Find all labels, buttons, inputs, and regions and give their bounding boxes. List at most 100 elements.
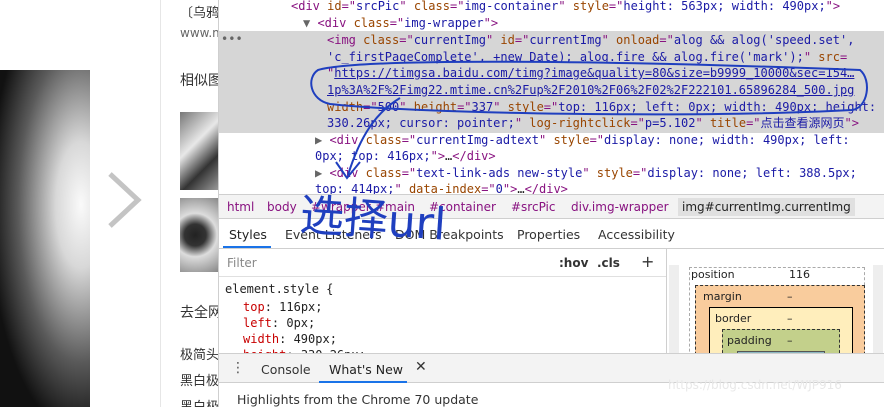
dom-token: <div xyxy=(329,133,366,147)
dom-token: <div xyxy=(329,166,366,180)
breadcrumb-item[interactable]: #srcPic xyxy=(511,200,555,214)
dom-node-line[interactable]: top: 414px;" data-index="0">…</div> xyxy=(219,180,884,194)
box-model-margin-label: margin xyxy=(703,290,742,303)
style-property-name[interactable]: top xyxy=(243,300,265,314)
class-toggle[interactable]: .cls xyxy=(597,256,620,270)
style-property-value[interactable]: 116px; xyxy=(279,300,322,314)
style-property[interactable]: width: 490px; xyxy=(225,332,337,346)
styles-filter-input[interactable]: Filter xyxy=(227,256,257,270)
tab-dom-breakpoints[interactable]: DOM Breakpoints xyxy=(395,227,504,242)
dom-token: srcPic xyxy=(356,0,400,13)
style-property[interactable]: left: 0px; xyxy=(225,316,315,330)
box-model-padding-label: padding xyxy=(727,334,772,347)
dom-token: " xyxy=(399,100,414,114)
scrollbar[interactable] xyxy=(669,265,679,353)
dom-token: " xyxy=(695,116,710,130)
hover-state-toggle[interactable]: :hov xyxy=(559,256,588,270)
box-model-border-label: border xyxy=(715,312,752,325)
style-property-value[interactable]: 0px; xyxy=(286,316,315,330)
box-model-position-value[interactable]: 116 xyxy=(789,268,810,281)
dom-token: " xyxy=(558,0,573,13)
breadcrumb-item[interactable]: #wrapper xyxy=(311,200,371,214)
breadcrumb-item[interactable]: html xyxy=(227,200,254,214)
dom-token: =" xyxy=(401,166,417,180)
dom-token: height xyxy=(413,100,458,114)
dom-token: =" xyxy=(399,33,414,47)
dom-token: top: 116px; left: 0px; width: 490px; hei… xyxy=(558,100,877,114)
box-model-margin-value[interactable]: – xyxy=(787,290,793,303)
dom-token: title xyxy=(709,116,747,130)
dom-token: data-index xyxy=(408,182,482,194)
result-list-item[interactable]: 极简头 xyxy=(180,344,218,363)
chevron-right-icon[interactable] xyxy=(100,170,150,230)
style-property-name[interactable]: width xyxy=(243,332,279,346)
active-tab-indicator xyxy=(223,246,271,248)
similar-image-thumb-2[interactable] xyxy=(180,198,218,272)
dom-token: … xyxy=(517,182,525,194)
tab-event-listeners[interactable]: Event Listeners xyxy=(285,227,382,242)
dom-token: 'c_firstPageComplete', +new Date); alog.… xyxy=(327,50,804,64)
dom-token: id xyxy=(500,33,515,47)
dom-token: =" xyxy=(401,133,417,147)
whats-new-heading: Highlights from the Chrome 70 update xyxy=(237,392,479,407)
add-rule-icon[interactable]: + xyxy=(641,252,654,271)
result-list-item[interactable]: 黑白极 xyxy=(180,370,218,389)
page-top-text: 〔乌鸦 xyxy=(180,6,218,21)
result-list-item[interactable]: 黑白极 xyxy=(180,396,218,407)
box-model-position-label: position xyxy=(691,268,735,281)
more-options-icon[interactable]: ••• xyxy=(221,32,243,46)
box-model-border-value[interactable]: – xyxy=(787,312,793,325)
breadcrumb: html body #wrapper #main #container #src… xyxy=(219,194,884,219)
style-property-name[interactable]: left xyxy=(243,316,272,330)
dom-token: </div> xyxy=(524,182,568,194)
dom-token: "> xyxy=(844,116,859,130)
dom-token: =" xyxy=(389,16,405,30)
elements-tree[interactable]: <div id="srcPic" class="img-container" s… xyxy=(219,0,884,194)
main-image[interactable] xyxy=(0,70,90,407)
dom-token: class xyxy=(413,0,450,13)
dom-token: src xyxy=(818,50,840,64)
tab-accessibility[interactable]: Accessibility xyxy=(598,227,675,242)
dom-token: currentImg-adtext xyxy=(416,133,539,147)
dom-token: height: 563px; width: 490px; xyxy=(623,0,826,13)
dom-token: display: none; width: 490px; left: xyxy=(604,133,850,147)
similar-image-thumb-1[interactable] xyxy=(180,112,218,190)
drawer-menu-icon[interactable]: ⋮ xyxy=(231,360,245,376)
similar-images-heading: 相似图 xyxy=(180,73,218,89)
breadcrumb-item[interactable]: div.img-wrapper xyxy=(571,200,669,214)
page-url-text[interactable]: www.m xyxy=(180,26,218,40)
tab-styles[interactable]: Styles xyxy=(229,227,267,242)
dom-token: style xyxy=(596,166,633,180)
dom-token: 330.26px; cursor: pointer; xyxy=(327,116,515,130)
box-model-pane: position 116 margin – border – padding – xyxy=(667,249,884,353)
dom-token: " xyxy=(601,33,617,47)
style-property[interactable]: top: 116px; xyxy=(225,300,323,314)
breadcrumb-item[interactable]: body xyxy=(267,200,297,214)
breadcrumb-item[interactable]: #container xyxy=(429,200,496,214)
breadcrumb-item-selected[interactable]: img#currentImg.currentImg xyxy=(678,198,855,216)
scrollbar[interactable] xyxy=(873,265,883,353)
watermark-text: https://blog.csdn.net/WJP916 xyxy=(668,378,842,392)
dom-token: =" xyxy=(341,0,357,13)
dom-token: top: 414px; xyxy=(315,182,395,194)
close-icon[interactable]: ✕ xyxy=(415,359,427,375)
dom-token[interactable]: https://timgsa.baidu.com/timg?image&qual… xyxy=(334,66,854,80)
dom-token: text-link-ads new-style xyxy=(416,166,583,180)
breadcrumb-item[interactable]: #main xyxy=(375,200,415,214)
dom-token: p=5.102 xyxy=(644,116,696,130)
dom-token[interactable]: 1p%3A%2F%2Fimg22.mtime.cn%2Fup%2F2010%2F… xyxy=(327,83,854,97)
dom-token: currentImg xyxy=(413,33,486,47)
style-property-value[interactable]: 490px; xyxy=(294,332,337,346)
dom-token: =" xyxy=(514,33,530,47)
tab-whats-new[interactable]: What's New xyxy=(329,362,403,377)
dom-token: <div xyxy=(317,16,354,30)
tab-console[interactable]: Console xyxy=(261,362,311,377)
dom-token: style xyxy=(572,0,609,13)
box-model-padding-value[interactable]: – xyxy=(787,334,793,347)
tab-properties[interactable]: Properties xyxy=(517,227,580,242)
dom-token: img-container xyxy=(464,0,559,13)
dom-token: img-wrapper xyxy=(404,16,484,30)
styles-pane: Filter :hov .cls + element.style { top: … xyxy=(219,249,667,353)
dom-token: style xyxy=(553,133,590,147)
dom-token: <img xyxy=(327,33,364,47)
